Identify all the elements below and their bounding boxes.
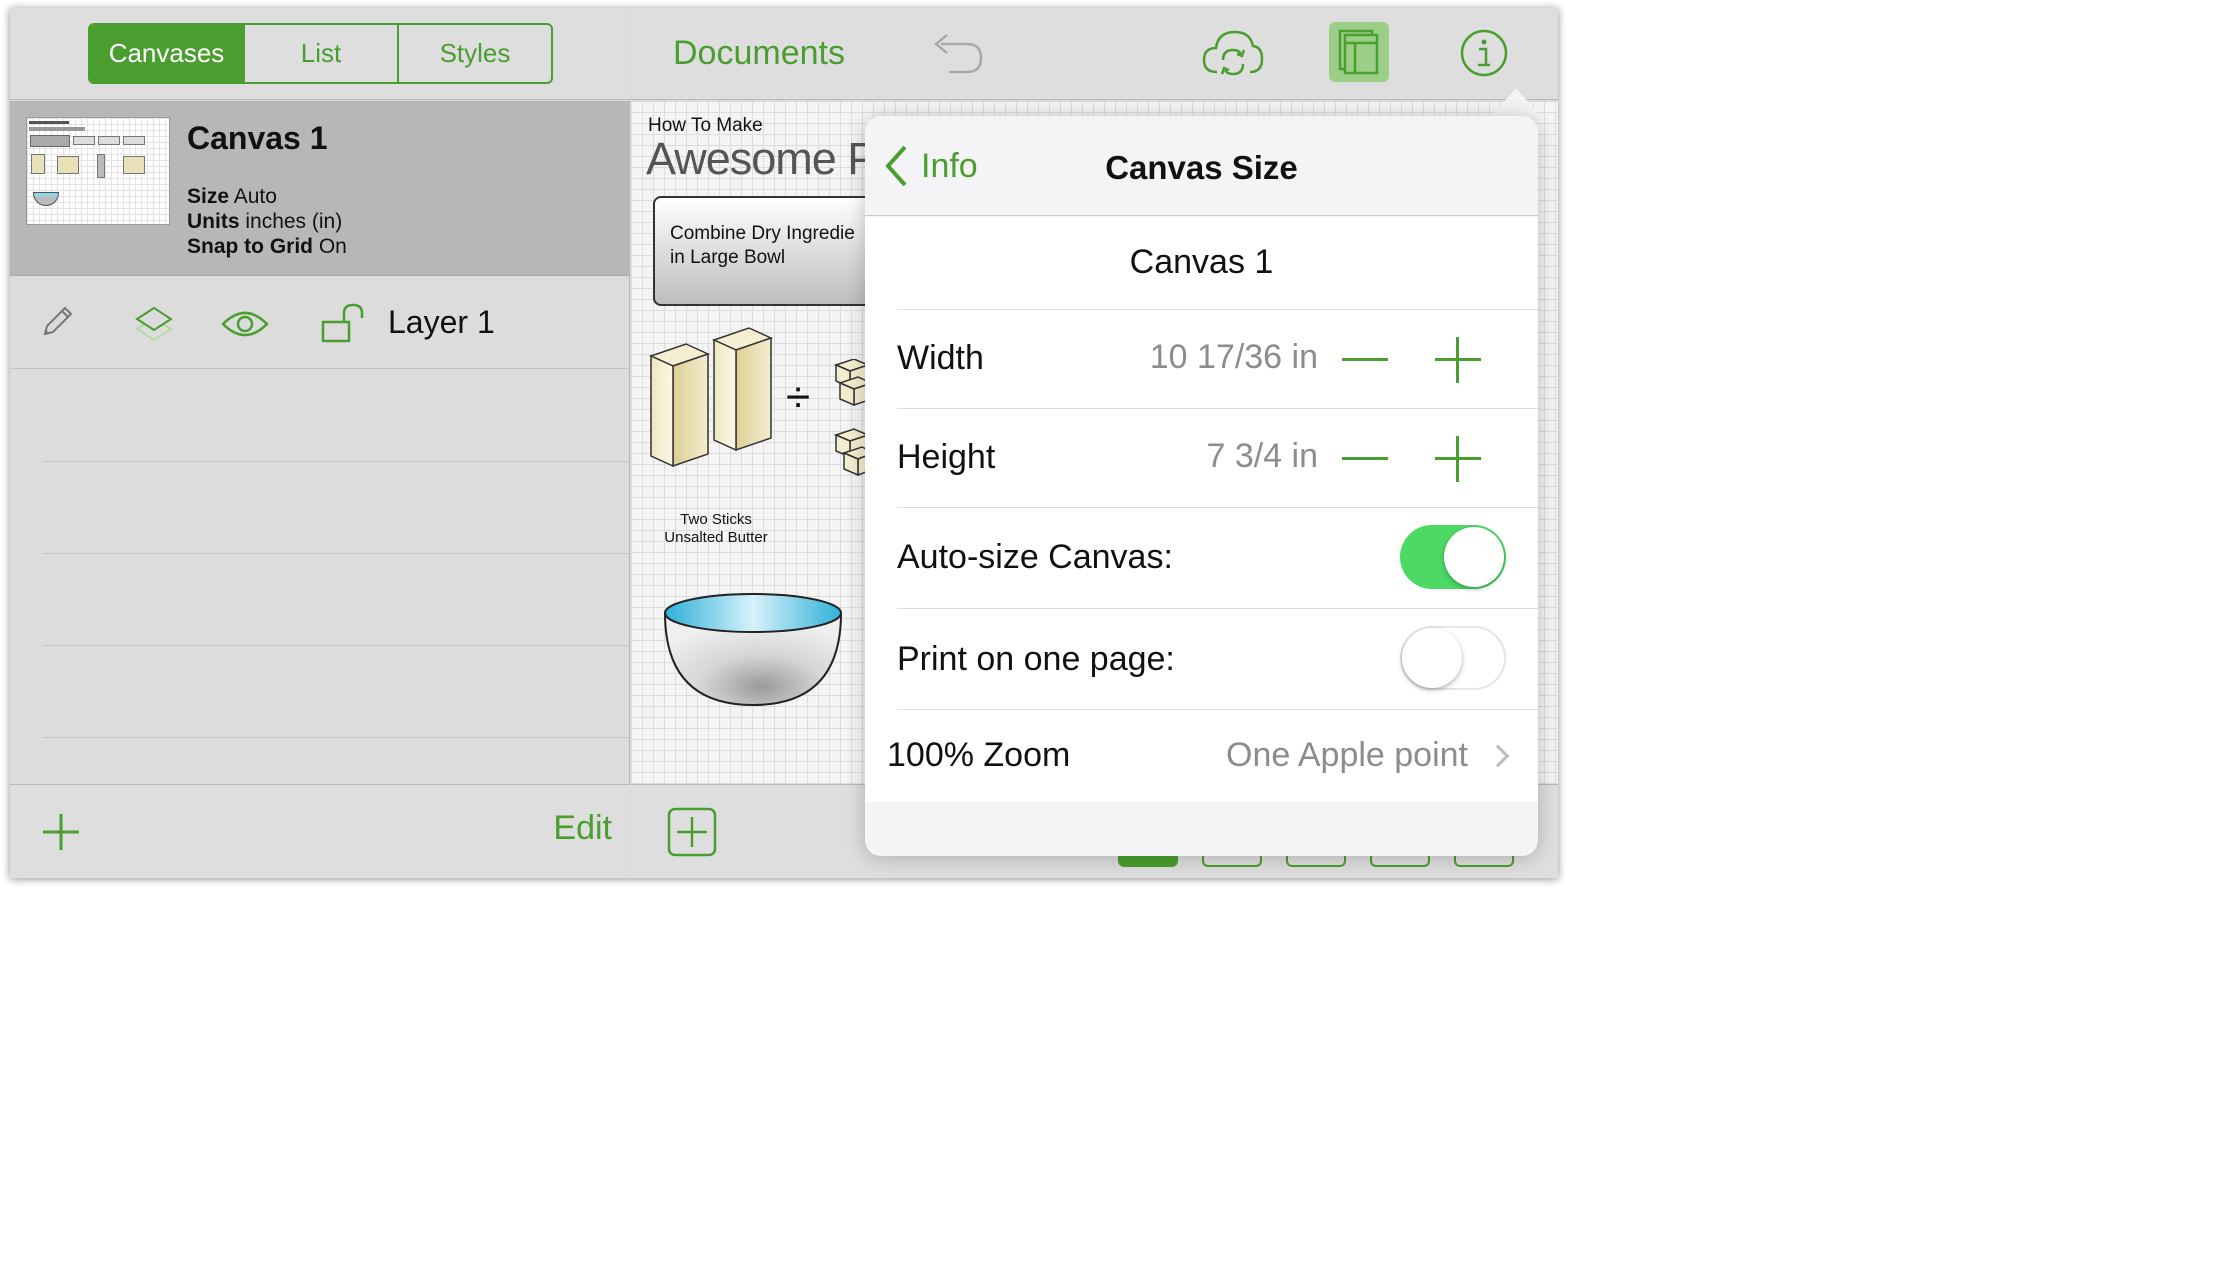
list-divider (42, 737, 630, 738)
height-label: Height (897, 438, 996, 476)
autosize-toggle[interactable] (1400, 525, 1506, 589)
canvas-thumbnail (26, 117, 170, 225)
step-box-text: Combine Dry Ingredie in Large Bowl (670, 223, 855, 268)
canvas-name: Canvas 1 (187, 120, 328, 156)
toggle-knob (1444, 527, 1504, 587)
tab-styles[interactable]: Styles (397, 25, 551, 82)
tab-list[interactable]: List (243, 25, 397, 82)
size-value: Auto (233, 185, 277, 208)
print-toggle[interactable] (1400, 626, 1506, 690)
butter-sticks-illustration[interactable] (649, 326, 784, 471)
chevron-right-icon (1486, 744, 1510, 768)
zoom-label: 100% Zoom (887, 736, 1071, 774)
popover-canvas-name: Canvas 1 (1129, 243, 1274, 281)
canvases-panel-icon (1338, 29, 1379, 75)
zoom-row[interactable]: 100% Zoom One Apple point (887, 710, 1538, 802)
mixing-bowl-illustration[interactable] (661, 591, 845, 709)
height-row: Height 7 3/4 in (897, 409, 1538, 508)
canvas-size-popover: Info Canvas Size Canvas 1 Width 10 17/36… (865, 116, 1538, 856)
popover-title: Canvas Size (1105, 149, 1298, 186)
popover-arrow (1490, 88, 1542, 118)
butter-label: Two Sticks Unsalted Butter (664, 511, 768, 546)
sidebar-toolbar: Canvases List Styles (10, 8, 630, 100)
snap-key: Snap to Grid (187, 235, 313, 258)
print-label: Print on one page: (897, 640, 1175, 678)
canvases-panel-button[interactable] (1329, 22, 1389, 82)
add-shape-icon[interactable] (667, 807, 717, 857)
units-value: inches (in) (245, 210, 343, 233)
edit-button[interactable]: Edit (553, 809, 612, 848)
popover-header: Info Canvas Size (865, 116, 1538, 216)
list-divider (42, 553, 630, 554)
width-value[interactable]: 10 17/36 in (1150, 338, 1318, 377)
divide-symbol: ÷ (786, 373, 811, 422)
cloud-sync-icon[interactable] (1201, 26, 1265, 80)
units-key: Units (187, 210, 240, 233)
toggle-knob (1402, 628, 1462, 688)
snap-value: On (318, 235, 347, 258)
app-window: Canvases List Styles Canvas 1 Size Auto … (10, 8, 1558, 878)
width-decrement-button[interactable] (1342, 358, 1388, 361)
tab-canvases[interactable]: Canvases (90, 25, 243, 82)
unlock-icon[interactable] (320, 302, 368, 344)
autosize-label: Auto-size Canvas: (897, 538, 1173, 576)
segmented-control: Canvases List Styles (88, 23, 553, 84)
layers-icon[interactable] (134, 304, 174, 346)
height-increment-button[interactable] (1435, 436, 1481, 482)
main-toolbar: Documents (631, 8, 1558, 100)
doc-big-title[interactable]: Awesome P (646, 133, 877, 185)
width-row: Width 10 17/36 in (897, 310, 1538, 409)
layer-name: Layer 1 (388, 304, 495, 340)
popover-body: Canvas 1 Width 10 17/36 in Height 7 3/4 … (865, 217, 1538, 802)
size-key: Size (187, 185, 230, 208)
documents-button[interactable]: Documents (673, 34, 845, 73)
info-icon[interactable] (1459, 28, 1509, 78)
zoom-value: One Apple point (1226, 736, 1468, 774)
plus-icon[interactable] (42, 813, 80, 851)
sidebar: Canvases List Styles Canvas 1 Size Auto … (10, 8, 630, 878)
undo-icon[interactable] (927, 32, 985, 76)
list-divider (42, 645, 630, 646)
print-row: Print on one page: (897, 609, 1538, 710)
height-value[interactable]: 7 3/4 in (1206, 437, 1318, 476)
pencil-icon[interactable] (40, 305, 74, 339)
width-increment-button[interactable] (1435, 337, 1481, 383)
width-label: Width (897, 339, 984, 377)
canvas-size-info: Size Auto (187, 185, 277, 209)
autosize-row: Auto-size Canvas: (897, 508, 1538, 609)
sidebar-bottom-bar: Edit (10, 784, 630, 878)
eye-icon[interactable] (220, 308, 270, 340)
canvas-units-info: Units inches (in) (187, 210, 342, 234)
height-decrement-button[interactable] (1342, 457, 1388, 460)
list-divider (42, 461, 630, 462)
canvas-snap-info: Snap to Grid On (187, 235, 347, 259)
